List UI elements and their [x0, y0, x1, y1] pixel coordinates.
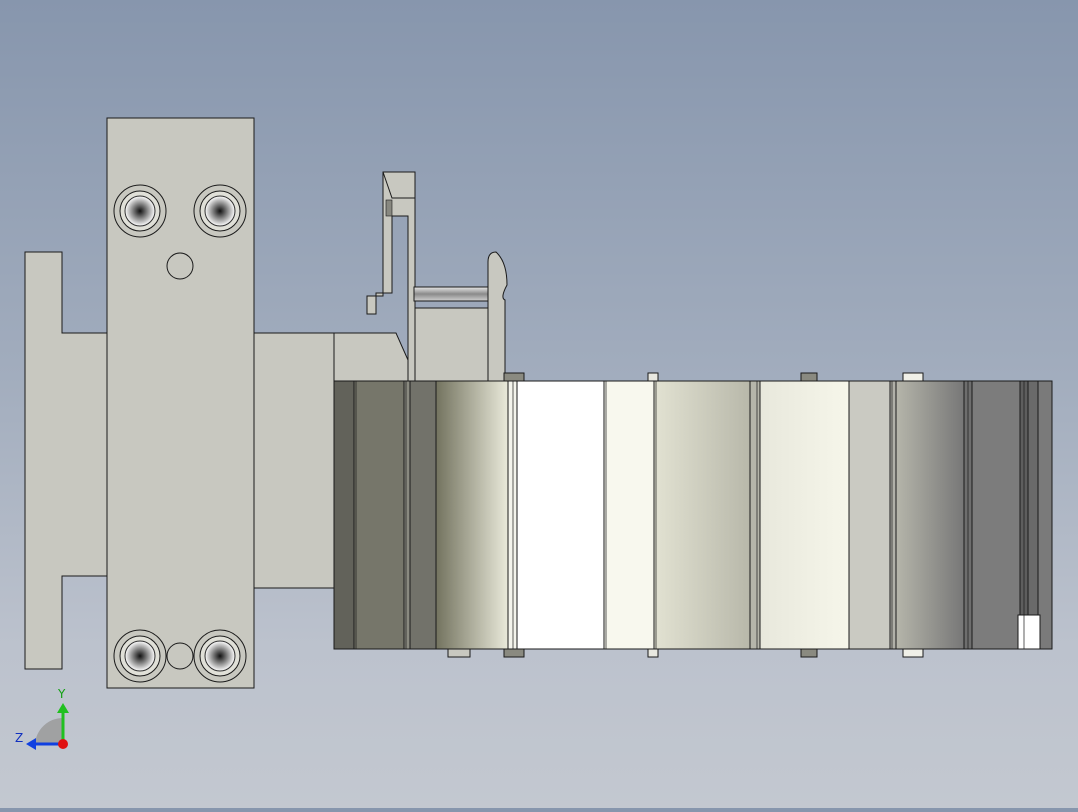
- flange-plate: [24, 251, 108, 670]
- connector-body: [253, 332, 337, 589]
- triad-arc-icon: [35, 717, 63, 744]
- torx-screw-icon: [113, 184, 167, 238]
- triad-y-label: Y: [58, 687, 66, 701]
- torx-screw-icon: [193, 629, 247, 683]
- bracket-arm-shade: [385, 199, 393, 217]
- torx-screw-icon: [193, 184, 247, 238]
- bracket-block: [413, 307, 495, 382]
- torx-screw-icon: [113, 629, 167, 683]
- hook-piece: [487, 251, 508, 382]
- triad-z-label: Z: [15, 731, 24, 745]
- cylinder-body: [333, 380, 1053, 650]
- orientation-triad[interactable]: [26, 703, 69, 750]
- guide-rod: [413, 286, 491, 302]
- pin-hole-top: [166, 252, 194, 280]
- cad-viewport[interactable]: Y Z: [0, 0, 1078, 808]
- x-axis-icon: [58, 739, 68, 749]
- pin-hole-bottom: [166, 642, 194, 670]
- connector-top: [333, 332, 409, 382]
- model-canvas[interactable]: [0, 0, 1078, 808]
